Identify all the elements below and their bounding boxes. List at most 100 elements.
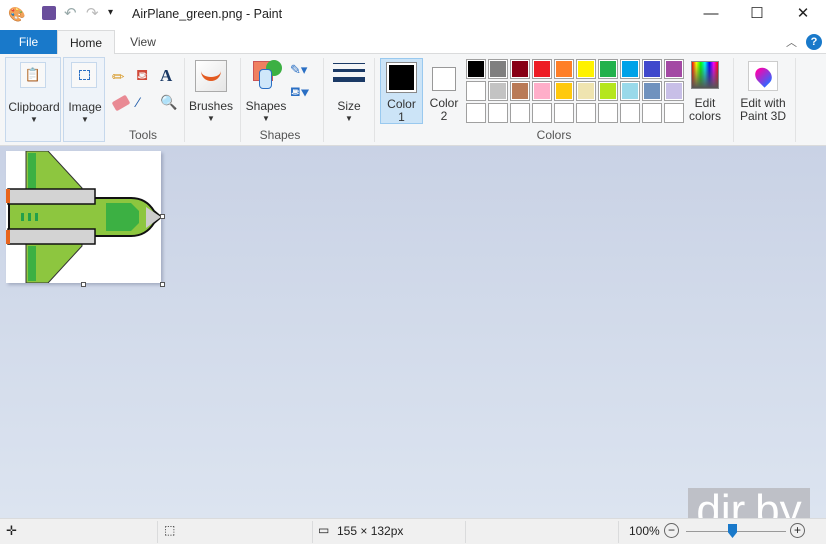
image-size-icon: ▭ (318, 523, 330, 537)
chevron-down-icon: ▼ (30, 115, 38, 124)
brushes-button[interactable]: Brushes ▼ (189, 57, 233, 142)
palette-swatch[interactable] (488, 59, 508, 79)
zoom-level: 100% (629, 524, 660, 538)
tab-file[interactable]: File (0, 30, 57, 54)
zoom-in-button[interactable]: + (790, 523, 805, 538)
edit-colors-button[interactable]: Edit colors (686, 57, 726, 127)
palette-swatch[interactable] (620, 103, 640, 123)
palette-swatch[interactable] (576, 59, 596, 79)
text-icon[interactable]: A (160, 66, 172, 86)
ribbon-tabs: File Home View ︿ ? (0, 30, 826, 55)
palette-swatch[interactable] (510, 103, 530, 123)
title-bar: 🎨 ↶ ↷ ▾ AirPlane_green.png - Paint — ☐ ✕ (0, 0, 826, 30)
colors-group-label: Colors (536, 128, 572, 142)
palette-swatch[interactable] (620, 59, 640, 79)
paint-app-icon: 🎨 (8, 6, 26, 22)
tab-view[interactable]: View (115, 30, 171, 54)
palette-swatch[interactable] (664, 103, 684, 123)
paint3d-label-2: Paint 3D (739, 109, 787, 123)
palette-swatch[interactable] (576, 81, 596, 101)
fill-icon[interactable]: ⛾ (136, 67, 148, 86)
redo-icon[interactable]: ↷ (86, 4, 99, 22)
chevron-down-icon: ▼ (262, 114, 270, 123)
image-button[interactable]: Image ▼ (63, 57, 105, 142)
tools-group-label: Tools (128, 128, 157, 142)
zoom-out-button[interactable]: − (664, 523, 679, 538)
shapes-button[interactable]: Shapes ▼ (244, 57, 288, 127)
undo-icon[interactable]: ↶ (64, 4, 77, 22)
clipboard-button[interactable]: 📋 Clipboard ▼ (5, 57, 61, 142)
palette-swatch[interactable] (532, 81, 552, 101)
palette-swatch[interactable] (576, 103, 596, 123)
image-size: 155 × 132px (337, 524, 404, 538)
color2-swatch (432, 67, 456, 91)
color2-button[interactable]: Color 2 (424, 58, 464, 124)
customize-qat-icon[interactable]: ▾ (108, 7, 113, 18)
palette-swatch[interactable] (510, 81, 530, 101)
shapes-group-label: Shapes (259, 128, 301, 142)
save-icon[interactable] (42, 6, 56, 20)
edit-with-paint3d-button[interactable]: Edit with Paint 3D (736, 57, 790, 127)
paint3d-icon (748, 61, 778, 91)
palette-swatch[interactable] (466, 81, 486, 101)
palette-swatch[interactable] (642, 81, 662, 101)
color2-number: 2 (440, 109, 448, 123)
collapse-ribbon-icon[interactable]: ︿ (786, 34, 797, 50)
palette-swatch[interactable] (466, 59, 486, 79)
palette-swatch[interactable] (598, 81, 618, 101)
palette-swatch[interactable] (642, 103, 662, 123)
resize-handle-corner[interactable] (160, 282, 165, 287)
color1-number: 1 (398, 110, 405, 124)
eraser-icon[interactable] (111, 94, 131, 112)
palette-swatch[interactable] (620, 81, 640, 101)
palette-swatch[interactable] (488, 81, 508, 101)
brush-icon (195, 60, 227, 92)
color-spectrum-icon (691, 61, 719, 89)
chevron-down-icon: ▼ (345, 114, 353, 123)
select-icon (71, 62, 97, 88)
clipboard-icon: 📋 (20, 62, 46, 88)
palette-swatch[interactable] (532, 103, 552, 123)
maximize-button[interactable]: ☐ (734, 0, 780, 30)
pencil-icon[interactable]: ✏ (112, 68, 125, 86)
size-button[interactable]: Size ▼ (330, 57, 368, 127)
size-icon (333, 63, 365, 64)
fill-shape-icon[interactable]: ⛾▾ (290, 84, 309, 102)
palette-swatch[interactable] (554, 81, 574, 101)
palette-swatch[interactable] (664, 59, 684, 79)
color1-button[interactable]: Color 1 (380, 58, 423, 124)
zoom-slider-thumb[interactable] (728, 524, 737, 538)
drawing-canvas[interactable] (6, 150, 163, 284)
color-palette (466, 59, 686, 125)
outline-icon[interactable]: ✎▾ (290, 62, 307, 78)
cursor-position-icon: ✛ (6, 523, 17, 538)
chevron-down-icon: ▼ (81, 115, 89, 124)
palette-swatch[interactable] (554, 103, 574, 123)
palette-swatch[interactable] (510, 59, 530, 79)
airplane-image (6, 150, 163, 284)
status-bar: ✛ ⬚ ▭ 155 × 132px 100% − + (0, 518, 826, 544)
palette-swatch[interactable] (488, 103, 508, 123)
color1-swatch (386, 62, 417, 93)
palette-swatch[interactable] (598, 59, 618, 79)
resize-handle-right[interactable] (160, 214, 165, 219)
palette-swatch[interactable] (642, 59, 662, 79)
close-button[interactable]: ✕ (780, 0, 826, 30)
minimize-button[interactable]: — (688, 0, 734, 30)
window-title: AirPlane_green.png - Paint (132, 7, 283, 21)
canvas-area: dir.by (0, 146, 826, 536)
chevron-down-icon: ▼ (207, 114, 215, 123)
palette-swatch[interactable] (664, 81, 684, 101)
magnifier-icon[interactable]: 🔍 (160, 94, 177, 111)
tab-home[interactable]: Home (57, 30, 115, 55)
palette-swatch[interactable] (598, 103, 618, 123)
resize-handle-bottom[interactable] (81, 282, 86, 287)
palette-swatch[interactable] (532, 59, 552, 79)
ribbon: 📋 Clipboard ▼ Image ▼ ✏ ⛾ A ⁄ 🔍 Tools Br… (0, 54, 826, 146)
edit-colors-label-2: colors (688, 109, 721, 123)
color-picker-icon[interactable]: ⁄ (137, 94, 139, 110)
palette-swatch[interactable] (554, 59, 574, 79)
help-icon[interactable]: ? (806, 34, 822, 50)
selection-size-icon: ⬚ (164, 523, 176, 537)
palette-swatch[interactable] (466, 103, 486, 123)
